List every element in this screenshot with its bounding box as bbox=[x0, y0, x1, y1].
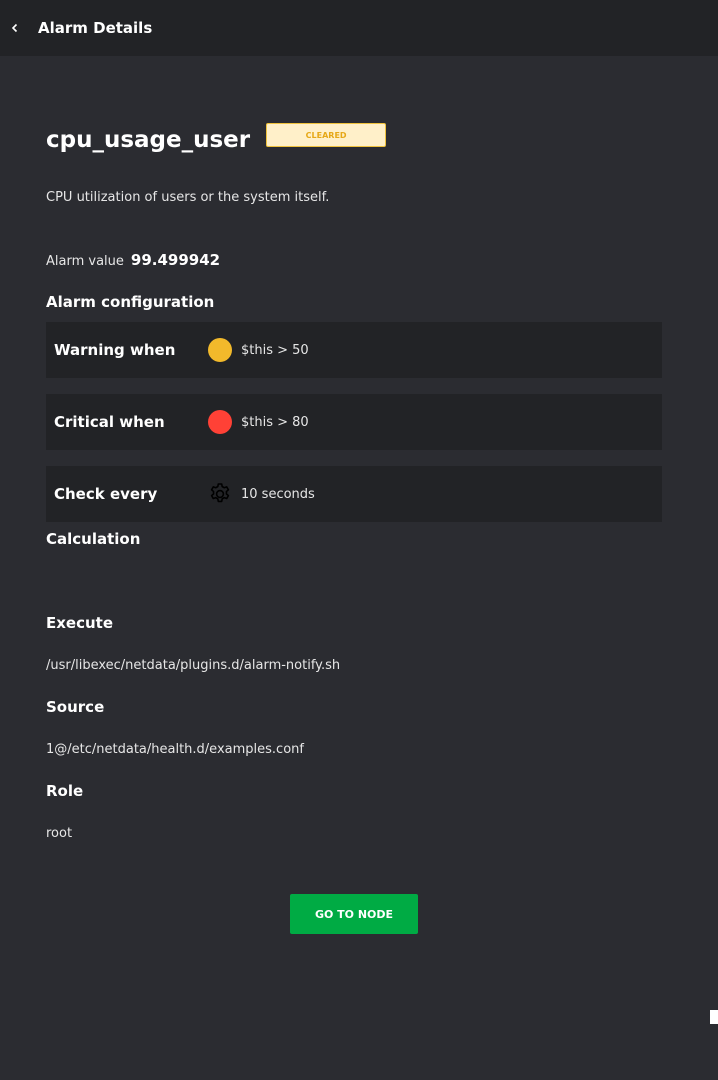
config-row-check-every: Check every 10 seconds bbox=[46, 466, 662, 522]
config-label: Warning when bbox=[54, 341, 176, 359]
top-bar: Alarm Details bbox=[0, 0, 718, 56]
alarm-description: CPU utilization of users or the system i… bbox=[46, 190, 330, 205]
source-value: 1@/etc/netdata/health.d/examples.conf bbox=[46, 742, 304, 757]
role-value: root bbox=[46, 826, 73, 841]
back-button[interactable] bbox=[0, 0, 30, 56]
config-label: Critical when bbox=[54, 413, 165, 431]
status-badge: CLEARED bbox=[266, 123, 387, 147]
config-row-warning: Warning when $this > 50 bbox=[46, 322, 662, 378]
config-value: $this > 50 bbox=[241, 342, 309, 358]
alarm-value-row: Alarm value 99.499942 bbox=[46, 251, 220, 269]
config-row-critical: Critical when $this > 80 bbox=[46, 394, 662, 450]
alarm-value-label: Alarm value bbox=[46, 254, 124, 269]
alarm-title-row: cpu_usage_user CLEARED bbox=[46, 123, 387, 156]
calculation-heading: Calculation bbox=[46, 530, 141, 548]
alarm-value: 99.499942 bbox=[130, 251, 221, 269]
scroll-indicator bbox=[710, 1010, 718, 1024]
config-label: Check every bbox=[54, 485, 158, 503]
critical-dot-icon bbox=[208, 410, 232, 434]
alarm-configuration-heading: Alarm configuration bbox=[46, 293, 215, 311]
chevron-left-icon bbox=[11, 23, 18, 33]
go-to-node-button[interactable]: GO TO NODE bbox=[290, 894, 418, 934]
execute-value: /usr/libexec/netdata/plugins.d/alarm-not… bbox=[46, 658, 341, 673]
role-heading: Role bbox=[46, 782, 84, 800]
page-title: Alarm Details bbox=[38, 19, 153, 37]
config-value: 10 seconds bbox=[241, 486, 315, 502]
execute-heading: Execute bbox=[46, 614, 114, 632]
gear-icon bbox=[210, 483, 230, 503]
source-heading: Source bbox=[46, 698, 105, 716]
warning-dot-icon bbox=[208, 338, 232, 362]
config-value: $this > 80 bbox=[241, 414, 309, 430]
alarm-name: cpu_usage_user bbox=[46, 127, 251, 153]
